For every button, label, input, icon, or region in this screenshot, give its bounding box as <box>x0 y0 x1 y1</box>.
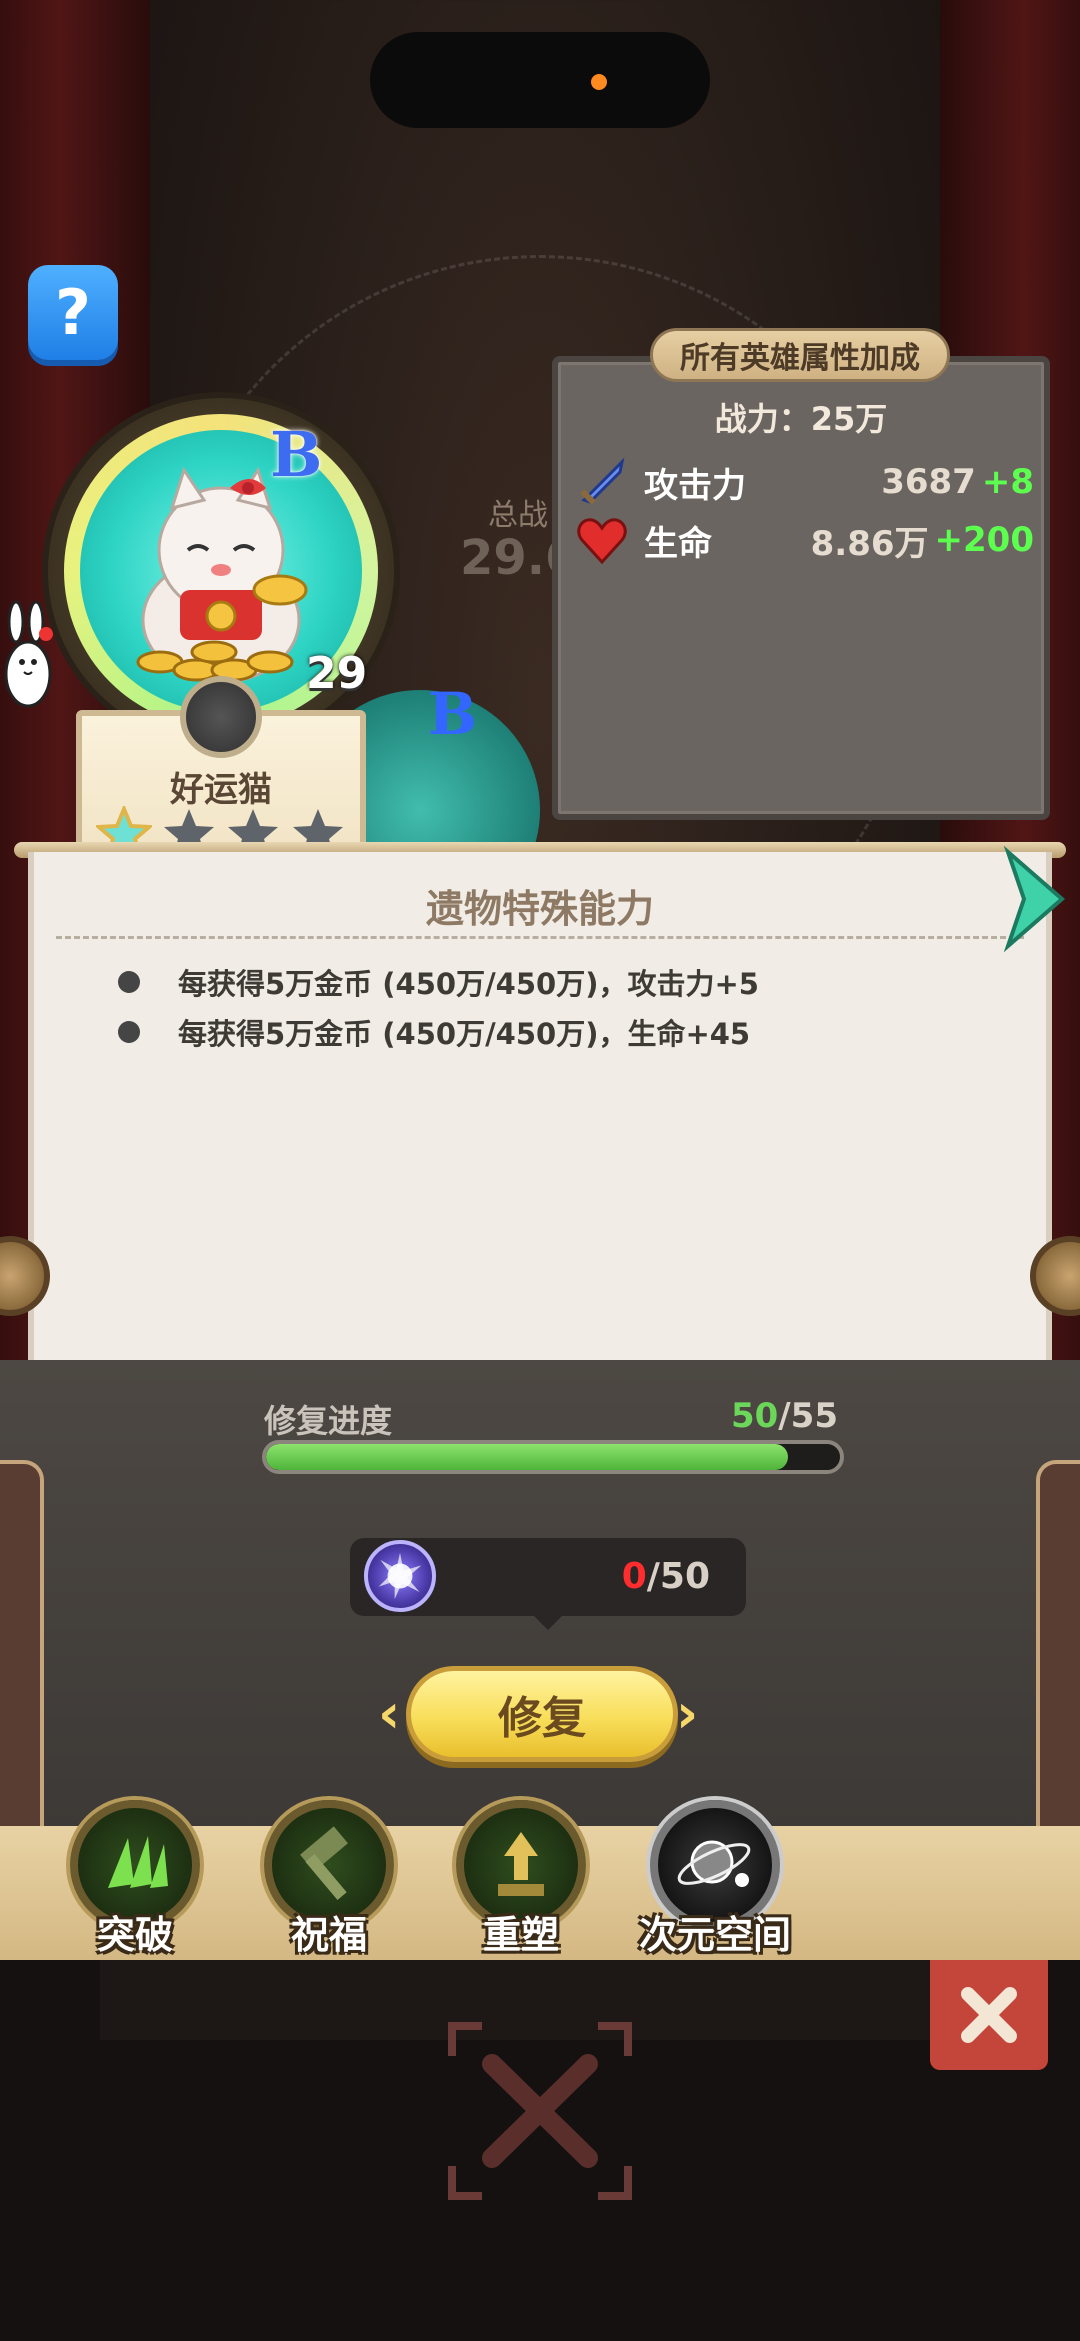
nav-label: 祝福 <box>290 1913 367 1957</box>
repair-panel-side-left <box>0 1460 44 1840</box>
nav-blessing[interactable]: 祝福 <box>254 1800 404 1970</box>
ability-item: 每获得5万金币 (450万/450万)，攻击力+5 <box>118 960 759 1004</box>
bonus-panel-title: 所有英雄属性加成 <box>650 328 950 382</box>
next-arrow-icon[interactable] <box>1000 846 1070 952</box>
stat-row-hp: 生命 8.86万 +200 <box>574 510 1034 570</box>
bullet-icon <box>118 1021 140 1043</box>
stat-value: 3687 <box>881 462 976 502</box>
repair-cost-pointer <box>530 1612 566 1630</box>
background-power-label: 总战 <box>488 498 548 533</box>
nav-reshape[interactable]: 重塑 <box>446 1800 596 1970</box>
stat-bonus: +200 <box>934 520 1034 560</box>
bonus-power: 战力：25万 <box>714 400 888 438</box>
sword-icon <box>580 457 625 505</box>
help-label: ? <box>55 276 91 349</box>
stat-row-attack: 攻击力 3687 +8 <box>574 452 1034 512</box>
nav-breakthrough[interactable]: 突破 <box>60 1800 210 1970</box>
progress-total: /55 <box>778 1396 838 1436</box>
heart-icon <box>577 518 627 565</box>
repair-button[interactable]: 修复 <box>406 1666 678 1762</box>
close-icon[interactable] <box>442 2016 638 2206</box>
progress-current: 50 <box>730 1396 779 1436</box>
bunny-mascot-icon[interactable] <box>2 600 58 710</box>
camera-notch <box>370 32 710 128</box>
ability-text: 每获得5万金币 (450万/450万)，攻击力+5 <box>178 967 759 1001</box>
repair-progress-count: 50/55 <box>700 1396 838 1436</box>
repair-button-label: 修复 <box>498 1693 586 1744</box>
bullet-icon <box>118 971 140 993</box>
repair-panel-side-right <box>1036 1460 1080 1840</box>
camera-indicator <box>591 74 607 90</box>
ability-text: 每获得5万金币 (450万/450万)，生命+45 <box>178 1017 751 1051</box>
stat-bonus: +8 <box>981 462 1034 502</box>
hero-grade-badge: B <box>270 418 323 491</box>
repair-progress-fill <box>266 1444 788 1470</box>
hero-level: 29 <box>306 648 368 699</box>
repair-material-icon[interactable] <box>364 1540 436 1612</box>
cost-total: /50 <box>646 1556 710 1597</box>
ability-item: 每获得5万金币 (450万/450万)，生命+45 <box>118 1010 750 1054</box>
bone-close-icon <box>961 1987 1017 2043</box>
repair-progress-label: 修复进度 <box>264 1402 393 1440</box>
nav-label: 突破 <box>96 1913 173 1957</box>
back-hero-grade: B <box>428 680 478 748</box>
ability-divider <box>56 936 1024 939</box>
stat-name: 生命 <box>644 523 712 564</box>
chevron-left-icon: ‹ <box>378 1682 401 1745</box>
chevron-right-icon: › <box>676 1682 699 1745</box>
hero-name: 好运猫 <box>170 770 272 810</box>
help-button[interactable]: ? <box>28 265 118 360</box>
name-plate-knob <box>180 676 262 758</box>
repair-progress-bar <box>262 1440 844 1474</box>
stat-value: 8.86万 <box>810 523 929 564</box>
nav-label: 重塑 <box>482 1913 559 1957</box>
close-tab-button[interactable] <box>930 1960 1048 2070</box>
nav-label: 次元空间 <box>638 1913 791 1957</box>
nav-dimension-space[interactable]: 次元空间 <box>639 1800 791 1970</box>
repair-cost-count: 0/50 <box>560 1556 710 1597</box>
stat-name: 攻击力 <box>644 465 746 506</box>
ability-panel-title: 遗物特殊能力 <box>425 887 654 931</box>
cost-current: 0 <box>621 1556 647 1597</box>
